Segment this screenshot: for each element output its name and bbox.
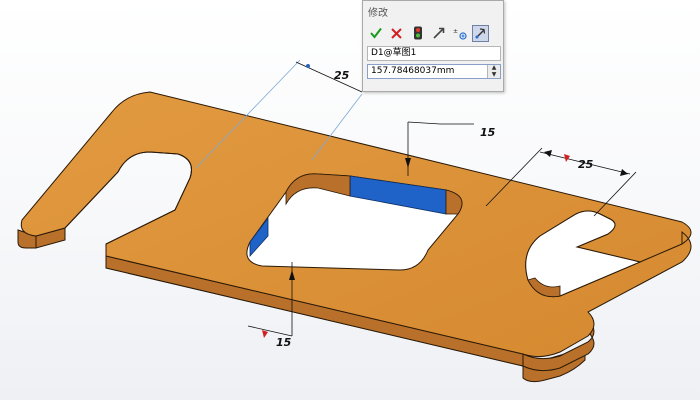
modify-dialog[interactable]: 修改 ± D1@草图1 157.78468037mm ▲ ▼ (362, 0, 504, 92)
value-spinner[interactable]: ▲ ▼ (487, 65, 500, 78)
dimension-name-field[interactable]: D1@草图1 (367, 46, 501, 61)
dialog-title: 修改 (368, 8, 388, 19)
dimension-right-slot-label: 25 (578, 158, 594, 171)
graphics-area[interactable]: 25 15 25 15 (0, 0, 700, 400)
check-icon (369, 27, 382, 39)
dimension-value-row[interactable]: 157.78468037mm ▲ ▼ (367, 64, 501, 79)
dialog-toolbar: ± (367, 23, 501, 43)
select-dimension-button[interactable] (472, 24, 489, 42)
traffic-light-icon (413, 26, 422, 40)
svg-text:±: ± (453, 28, 458, 35)
dimension-top-left-label: 25 (334, 69, 350, 82)
rebuild-button[interactable] (409, 25, 426, 42)
cancel-button[interactable] (388, 25, 405, 42)
confirm-button[interactable] (367, 25, 384, 42)
dimension-value-input[interactable]: 157.78468037mm (368, 65, 488, 78)
dimension-pocket-top-label: 15 (480, 126, 496, 139)
reverse-direction-button[interactable] (430, 25, 447, 42)
part-model[interactable]: 25 15 25 15 (0, 0, 700, 400)
x-icon (391, 27, 402, 39)
spin-down-icon[interactable]: ▼ (488, 72, 500, 78)
dimension-pocket-bottom-label: 15 (276, 336, 292, 349)
dimension-mark-icon: ± (453, 28, 467, 40)
dimension-tool-icon (475, 27, 486, 38)
arrow-diagonal-icon (432, 27, 444, 39)
mark-dimension-button[interactable]: ± (451, 25, 468, 42)
